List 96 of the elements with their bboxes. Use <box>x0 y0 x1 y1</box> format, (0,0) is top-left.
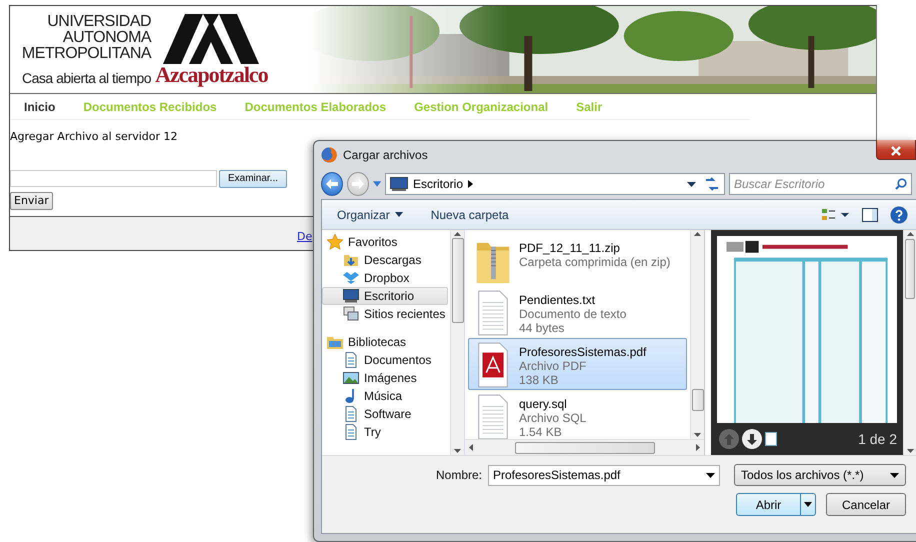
file-path-field[interactable] <box>10 170 217 187</box>
open-button[interactable]: Abrir <box>736 493 816 516</box>
refresh-icon[interactable] <box>704 177 720 191</box>
footer-link[interactable]: De <box>297 229 312 246</box>
forward-button[interactable] <box>346 172 369 196</box>
file-type: Archivo SQL <box>519 411 586 425</box>
file-name: PDF_12_11_11.zip <box>519 241 621 255</box>
file-size: 138 KB <box>519 373 560 387</box>
logo-icon <box>163 14 260 64</box>
address-bar[interactable]: Escritorio <box>385 173 725 195</box>
filename-field[interactable]: ProfesoresSistemas.pdf <box>488 464 720 486</box>
dropdown-arrow-icon[interactable] <box>706 472 715 478</box>
arrow-left-icon <box>324 178 339 190</box>
folder-icon <box>327 334 343 350</box>
browser-icon <box>321 147 337 163</box>
dropdown-arrow-icon <box>394 212 403 217</box>
page-icon[interactable] <box>765 432 777 446</box>
file-type-dropdown[interactable]: Todos los archivos (*.*) <box>734 464 906 486</box>
arrow-down-icon <box>747 434 757 444</box>
file-size: 1.54 KB <box>519 425 563 439</box>
file-item[interactable]: query.sql Archivo SQL 1.54 KB <box>468 390 687 439</box>
arrow-right-icon <box>350 178 365 190</box>
preview-pane-icon[interactable] <box>862 208 878 222</box>
cancel-button[interactable]: Cancelar <box>826 493 906 516</box>
organize-button[interactable]: Organizar <box>337 206 403 224</box>
scrollbar-thumb[interactable] <box>452 238 464 323</box>
navigation-item[interactable]: Sitios recientes <box>322 305 448 323</box>
next-page-button[interactable] <box>742 429 762 449</box>
document-icon <box>343 406 359 422</box>
page-counter: 1 de 2 <box>858 430 897 448</box>
scroll-left-icon[interactable] <box>469 444 473 451</box>
navigation-item[interactable]: Descargas <box>322 251 448 269</box>
submit-button[interactable]: Enviar <box>10 192 53 210</box>
dropdown-arrow-icon[interactable] <box>687 182 696 186</box>
nav-link[interactable]: Inicio <box>18 98 70 116</box>
scroll-right-icon[interactable] <box>696 444 700 451</box>
filename-label: Nombre: <box>436 467 482 484</box>
file-size: 44 bytes <box>519 321 566 335</box>
star-icon <box>327 234 343 250</box>
arrow-up-icon <box>724 434 734 444</box>
file-type: Documento de texto <box>519 307 626 321</box>
scroll-up-icon[interactable] <box>906 232 914 236</box>
scroll-down-icon[interactable] <box>694 433 701 437</box>
document-icon <box>343 424 359 440</box>
image-icon <box>343 370 359 386</box>
folder-icon <box>343 252 359 268</box>
university-name: METROPOLITANA <box>22 46 152 62</box>
recent-places-icon <box>343 306 359 322</box>
file-item[interactable]: Pendientes.txt Documento de texto 44 bytes <box>468 286 687 338</box>
scrollbar-thumb[interactable] <box>905 239 915 299</box>
scroll-down-icon[interactable] <box>906 449 914 453</box>
document-icon <box>343 352 359 368</box>
search-field[interactable]: Buscar Escritorio <box>729 173 912 195</box>
back-button[interactable] <box>321 172 343 196</box>
search-icon[interactable] <box>895 178 907 190</box>
browse-button[interactable]: Examinar... <box>219 170 288 188</box>
desktop-icon <box>390 177 408 191</box>
file-name: query.sql <box>519 397 568 411</box>
address-text: Escritorio <box>413 176 464 193</box>
box-icon <box>343 270 359 286</box>
motto-text: Casa abierta al tiempo <box>21 70 152 86</box>
close-icon <box>890 144 902 157</box>
breadcrumb-arrow-icon[interactable] <box>468 180 474 188</box>
dropdown-arrow-icon <box>890 472 899 478</box>
file-name: Pendientes.txt <box>519 293 596 307</box>
scroll-up-icon[interactable] <box>694 232 701 236</box>
navigation-item[interactable]: Música <box>322 387 448 405</box>
file-item[interactable]: ProfesoresSistemas.pdf Archivo PDF 138 KB <box>468 338 687 390</box>
history-dropdown-icon[interactable] <box>372 181 381 187</box>
navigation-item[interactable]: Escritorio <box>322 287 448 305</box>
navigation-item[interactable]: Try <box>322 423 448 441</box>
file-item[interactable]: PDF_12_11_11.zip Carpeta comprimida (en zip) <box>468 234 687 286</box>
scroll-up-icon[interactable] <box>454 232 461 236</box>
campus-name: Azcapotzalco <box>155 64 268 86</box>
view-options-icon[interactable] <box>822 208 850 222</box>
navigation-item[interactable]: Dropbox <box>322 269 448 287</box>
navigation-item[interactable]: Software <box>322 405 448 423</box>
navigation-item[interactable]: Documentos <box>322 351 448 369</box>
navigation-item[interactable]: Bibliotecas <box>322 333 448 351</box>
file-type: Archivo PDF <box>519 359 588 373</box>
page-heading: Agregar Archivo al servidor 12 <box>10 129 179 145</box>
navigation-item[interactable]: Favoritos <box>322 233 448 251</box>
university-name: UNIVERSIDAD <box>47 14 152 30</box>
close-button[interactable] <box>876 140 916 160</box>
help-icon[interactable] <box>890 206 908 224</box>
file-type: Carpeta comprimida (en zip) <box>519 255 670 269</box>
dropdown-arrow-icon <box>804 502 812 507</box>
scroll-down-icon[interactable] <box>454 449 461 453</box>
navigation-item[interactable]: Imágenes <box>322 369 448 387</box>
scrollbar-thumb[interactable] <box>692 389 704 411</box>
desktop-icon <box>343 288 359 304</box>
dialog-title: Cargar archivos <box>343 147 428 164</box>
scrollbar-thumb[interactable] <box>514 442 654 454</box>
university-name: AUTONOMA <box>62 30 152 46</box>
file-name: ProfesoresSistemas.pdf <box>519 345 646 359</box>
new-folder-button[interactable]: Nueva carpeta <box>430 206 509 224</box>
